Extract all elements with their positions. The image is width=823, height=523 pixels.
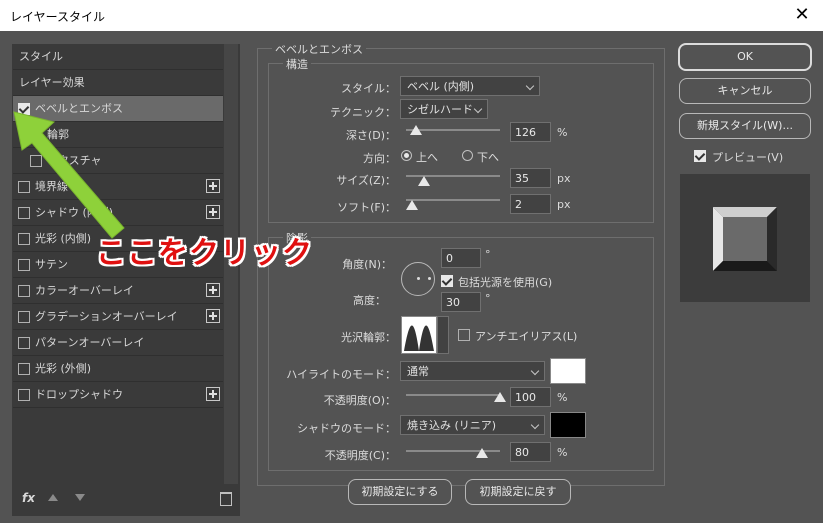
green-arrow-icon [13,111,125,239]
annotation-callout: ここをクリック [96,236,313,271]
